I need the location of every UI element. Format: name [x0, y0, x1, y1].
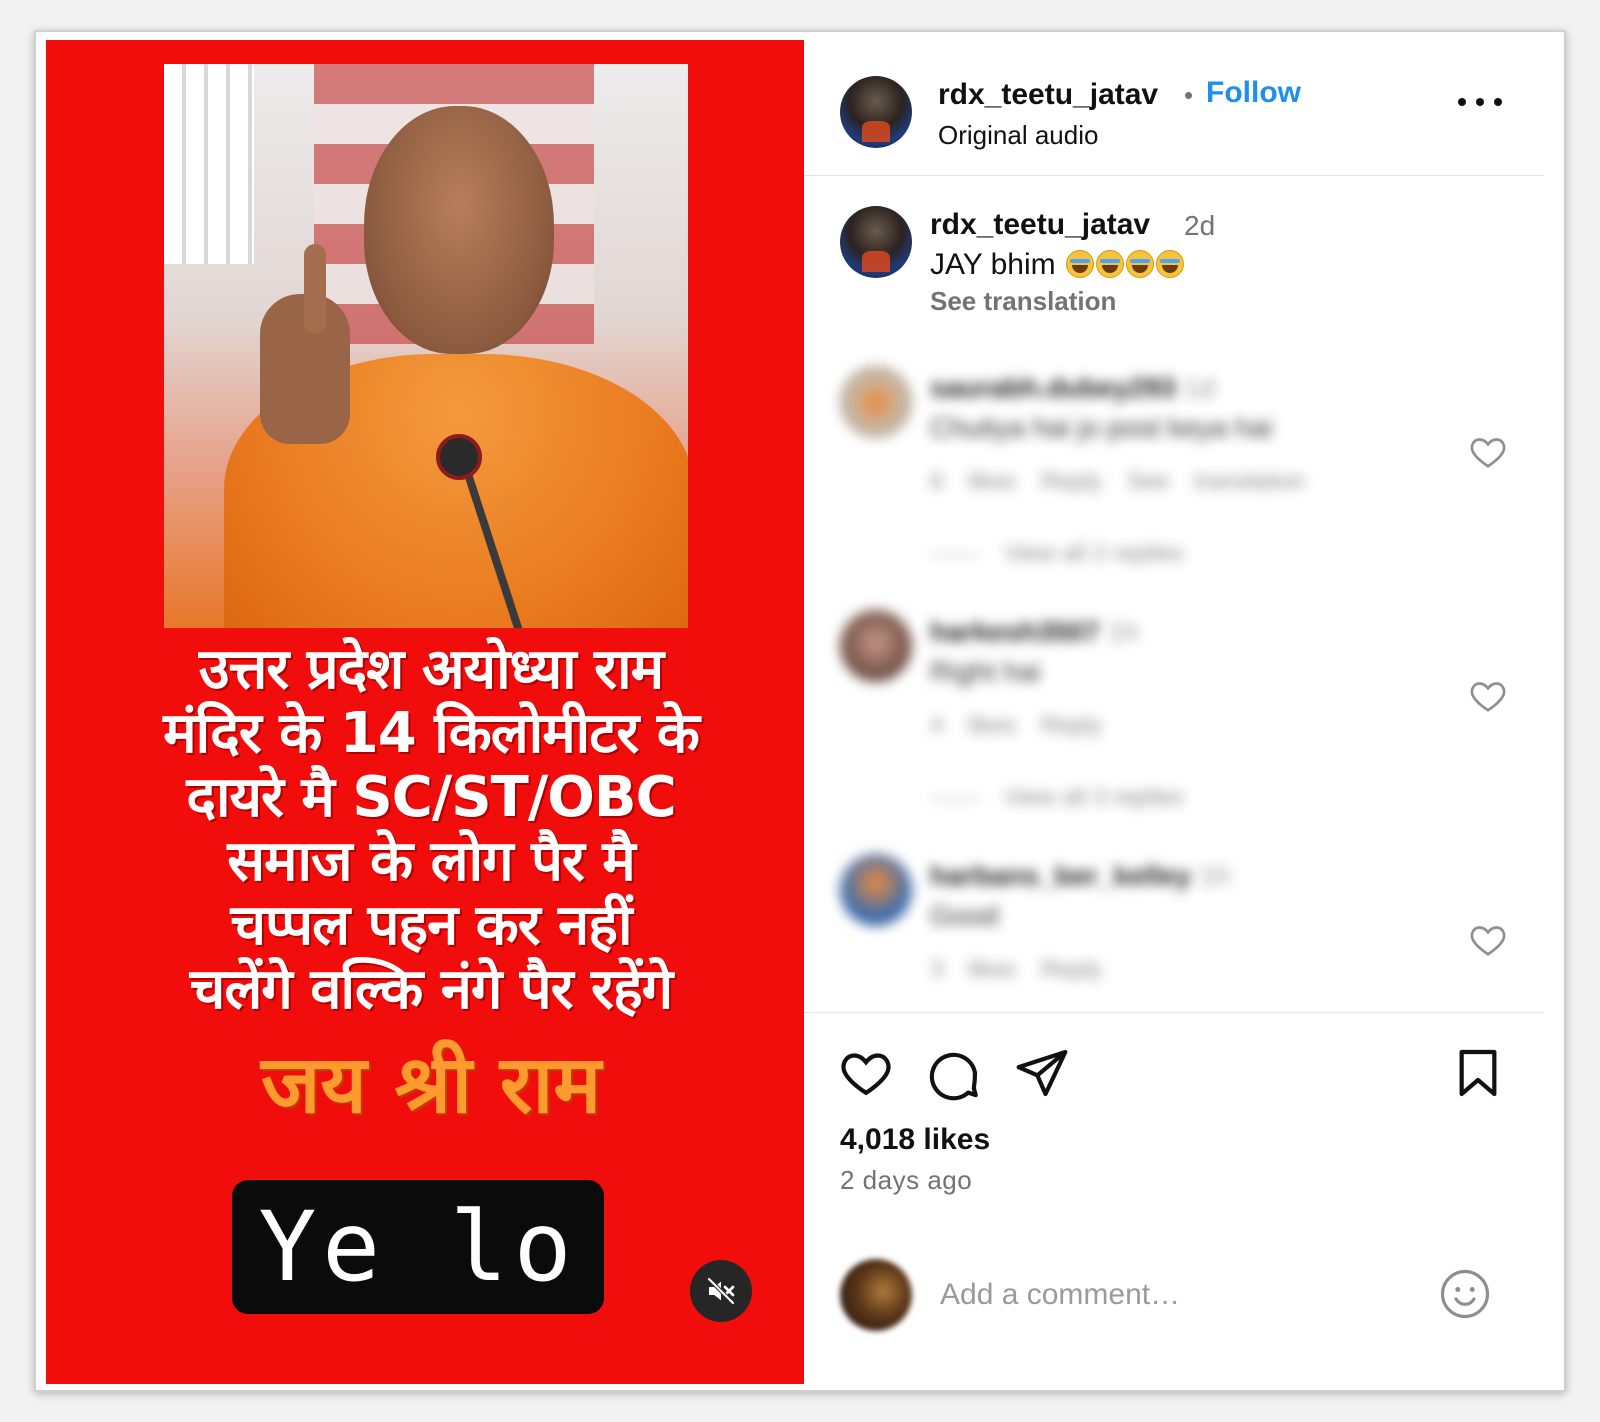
- crying-emoji-icon: [1155, 250, 1184, 278]
- microphone: [436, 434, 482, 480]
- comment-meta: 6 likes Reply See translation: [930, 468, 1305, 495]
- viewer-avatar: [840, 1259, 912, 1331]
- more-horizontal-icon[interactable]: [1458, 98, 1502, 112]
- caption-avatar[interactable]: [840, 206, 912, 278]
- comment-item: harkesh3507 1h Right hai 4 likes Reply V…: [804, 610, 1544, 812]
- caption-time: 2d: [1184, 210, 1216, 241]
- audio-label[interactable]: Original audio: [938, 120, 1098, 151]
- media-headline-accent: जय श्री राम: [260, 1038, 602, 1131]
- view-replies-link[interactable]: View all 2 replies: [930, 540, 1184, 568]
- heart-icon[interactable]: [838, 1045, 894, 1101]
- comment-text: Right hai: [930, 656, 1041, 687]
- author-avatar[interactable]: [840, 76, 912, 148]
- comment-meta: 4 likes Reply: [930, 712, 1103, 739]
- post-photo: [164, 64, 688, 628]
- commenter-username[interactable]: harbans_ber_kelley 1h: [930, 860, 1230, 892]
- comment-like-heart-icon[interactable]: [1468, 432, 1508, 472]
- see-translation-link[interactable]: See translation: [930, 286, 1116, 317]
- view-replies-link[interactable]: View all 3 replies: [930, 784, 1184, 812]
- crying-emoji-icon: [1095, 250, 1124, 278]
- post-panel: rdx_teetu_jatav • Follow Original audio …: [804, 40, 1544, 1384]
- likes-count[interactable]: 4,018 likes: [840, 1123, 990, 1157]
- post-header: rdx_teetu_jatav • Follow Original audio: [804, 40, 1544, 176]
- comment-item: saurabh.dubey293 1d Chutiya hai jo post …: [804, 366, 1544, 568]
- comment-text: Chutiya hai jo post keya hai: [930, 412, 1273, 443]
- bookmark-icon[interactable]: [1450, 1045, 1506, 1101]
- comment-text: Good: [930, 900, 999, 931]
- commenter-avatar[interactable]: [840, 854, 912, 926]
- follow-button[interactable]: Follow: [1206, 76, 1301, 110]
- comment-icon[interactable]: [926, 1045, 982, 1101]
- separator-dot: •: [1184, 80, 1194, 110]
- post-actions: 4,018 likes 2 days ago: [804, 1012, 1544, 1384]
- comment-like-heart-icon[interactable]: [1468, 676, 1508, 716]
- media-headline: उत्तर प्रदेश अयोध्या राम मंदिर के 14 किल…: [86, 638, 776, 1022]
- caption-body: JAY bhim: [930, 248, 1056, 281]
- headline-line: दायरे मै SC/ST/OBC: [186, 765, 676, 830]
- caption-text: JAY bhim: [930, 248, 1184, 282]
- speaker-muted-icon: [706, 1276, 736, 1306]
- add-comment-input[interactable]: [940, 1271, 1410, 1319]
- author-username[interactable]: rdx_teetu_jatav: [938, 78, 1158, 112]
- crying-emoji-icon: [1065, 250, 1094, 278]
- post-card: उत्तर प्रदेश अयोध्या राम मंदिर के 14 किल…: [34, 30, 1566, 1392]
- comment-meta: 3 likes Reply: [930, 956, 1103, 983]
- post-time: 2 days ago: [840, 1165, 973, 1195]
- smiley-icon[interactable]: [1438, 1267, 1492, 1321]
- commenter-username[interactable]: harkesh3507 1h: [930, 616, 1139, 648]
- post-media[interactable]: उत्तर प्रदेश अयोध्या राम मंदिर के 14 किल…: [46, 40, 804, 1384]
- commenter-avatar[interactable]: [840, 366, 912, 438]
- mute-button[interactable]: [690, 1260, 752, 1322]
- commenter-avatar[interactable]: [840, 610, 912, 682]
- caption-username[interactable]: rdx_teetu_jatav: [930, 208, 1150, 242]
- comment-item: harbans_ber_kelley 1h Good 3 likes Reply: [804, 854, 1544, 994]
- overlay-caption: Ye lo: [232, 1180, 604, 1314]
- headline-line: चलेंगे वल्कि नंगे पैर रहेंगे: [189, 957, 673, 1022]
- send-icon[interactable]: [1014, 1045, 1070, 1101]
- headline-line: उत्तर प्रदेश अयोध्या राम: [198, 637, 664, 702]
- comment-like-heart-icon[interactable]: [1468, 920, 1508, 960]
- headline-line: मंदिर के 14 किलोमीटर के: [163, 701, 700, 766]
- headline-line: समाज के लोग पैर मै: [227, 829, 636, 894]
- headline-line: चप्पल पहन कर नहीं: [230, 893, 633, 958]
- crying-emoji-icon: [1125, 250, 1154, 278]
- commenter-username[interactable]: saurabh.dubey293 1d: [930, 372, 1215, 404]
